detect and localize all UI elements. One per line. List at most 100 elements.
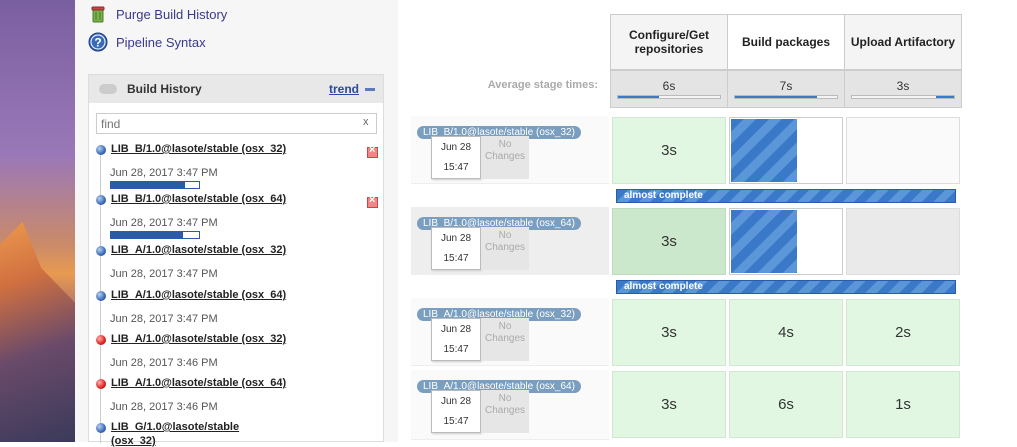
stage-header-label: Upload Artifactory [850, 35, 956, 49]
run-date: Jun 28 [440, 324, 472, 335]
status-red-ball-icon [96, 379, 106, 389]
pipeline-syntax-link[interactable]: ? Pipeline Syntax [88, 32, 206, 52]
trash-icon [91, 6, 105, 23]
build-date: Jun 28, 2017 3:47 PM [110, 167, 218, 179]
run-changes: No Changes [481, 318, 529, 361]
run-changes: No Changes [481, 227, 529, 270]
build-name-link[interactable]: LIB_A/1.0@lasote/stable (osx_32) [111, 244, 286, 256]
purge-build-history-link[interactable]: Purge Build History [88, 4, 227, 24]
run-info: LIB_A/1.0@lasote/stable (osx_32) Jun 28 1… [411, 298, 609, 366]
pipeline-syntax-label: Pipeline Syntax [116, 34, 206, 50]
status-blue-ball-icon [96, 291, 106, 301]
build-date: Jun 28, 2017 3:46 PM [110, 357, 218, 369]
trend-collapse-icon[interactable] [365, 88, 375, 92]
stage-cell-pending [846, 208, 960, 275]
stage-run-row: LIB_A/1.0@lasote/stable (osx_64) Jun 28 1… [410, 370, 962, 442]
build-name-link[interactable]: LIB_A/1.0@lasote/stable (osx_32) [111, 333, 286, 345]
running-stripes [731, 210, 797, 273]
run-date-box: Jun 28 15:47 [431, 318, 481, 361]
run-info: LIB_B/1.0@lasote/stable (osx_64) Jun 28 1… [411, 207, 609, 275]
stage-avg-bar [617, 95, 721, 99]
stage-header-label: Configure/Get repositories [629, 28, 709, 56]
run-time: 15:47 [443, 253, 469, 264]
run-info: LIB_B/1.0@lasote/stable (osx_32) Jun 28 1… [411, 116, 609, 184]
stage-run-row: LIB_B/1.0@lasote/stable (osx_32) Jun 28 1… [410, 116, 962, 186]
stage-cell-success[interactable]: 3s [612, 117, 726, 184]
run-date: Jun 28 [440, 142, 472, 153]
stage-avg-configure: 6s [610, 70, 728, 108]
purge-build-history-label: Purge Build History [116, 6, 228, 22]
run-date: Jun 28 [440, 396, 472, 407]
trend-label: trend [329, 82, 359, 96]
search-clear-icon[interactable]: x [363, 116, 369, 128]
build-progress-fill [111, 182, 185, 188]
stop-build-icon[interactable] [367, 144, 378, 158]
build-history-search-input[interactable] [96, 113, 377, 134]
run-time: 15:47 [443, 162, 469, 173]
stage-cell-success[interactable]: 2s [846, 299, 960, 366]
build-progress-fill [111, 232, 184, 238]
stage-cell-success[interactable]: 6s [729, 371, 843, 438]
stage-cell-running[interactable] [729, 208, 843, 275]
status-blue-ball-icon [96, 145, 106, 155]
stage-avg-upload: 3s [844, 70, 962, 108]
stage-cell-success[interactable]: 1s [846, 371, 960, 438]
build-date: Jun 28, 2017 3:47 PM [110, 313, 218, 325]
stage-cell-success[interactable]: 3s [612, 208, 726, 275]
status-blue-ball-icon [96, 195, 106, 205]
trend-link[interactable]: trend [329, 82, 375, 96]
build-progress-bar[interactable] [110, 181, 200, 189]
build-name-link-continued[interactable]: (osx_32) [111, 435, 156, 447]
build-name-link[interactable]: LIB_B/1.0@lasote/stable (osx_64) [111, 193, 286, 205]
stage-avg-bar [734, 95, 838, 99]
build-date: Jun 28, 2017 3:47 PM [110, 268, 218, 280]
build-date: Jun 28, 2017 3:47 PM [110, 217, 218, 229]
build-name-link[interactable]: LIB_B/1.0@lasote/stable (osx_32) [111, 143, 286, 155]
stage-cell-pending [846, 117, 960, 184]
status-blue-ball-icon [96, 423, 106, 433]
stage-header-upload[interactable]: Upload Artifactory [844, 14, 962, 70]
build-history-header: Build History trend [89, 75, 383, 103]
run-date: Jun 28 [440, 233, 472, 244]
help-icon: ? [88, 32, 108, 52]
build-history-panel: Build History trend x LIB_B/1.0@lasote/s… [88, 74, 384, 447]
build-name-link[interactable]: LIB_G/1.0@lasote/stable [111, 421, 239, 433]
build-name-link[interactable]: LIB_A/1.0@lasote/stable (osx_64) [111, 377, 286, 389]
stage-run-row: LIB_B/1.0@lasote/stable (osx_64) Jun 28 1… [410, 207, 962, 277]
running-stripes [731, 119, 797, 182]
stage-avg-value: 3s [896, 79, 910, 93]
almost-complete-bar: almost complete [616, 280, 956, 294]
stop-build-icon[interactable] [367, 194, 378, 208]
desktop-wallpaper [0, 0, 75, 442]
stage-avg-bar-fill [935, 96, 954, 98]
cloud-icon [99, 84, 117, 94]
run-date-box: Jun 28 15:47 [431, 227, 481, 270]
stage-run-row: LIB_A/1.0@lasote/stable (osx_32) Jun 28 1… [410, 298, 962, 368]
stage-cell-running[interactable] [729, 117, 843, 184]
stage-avg-bar [851, 95, 955, 99]
almost-complete-bar: almost complete [616, 189, 956, 203]
average-stage-times-label: Average stage times: [487, 79, 598, 91]
run-info: LIB_A/1.0@lasote/stable (osx_64) Jun 28 1… [411, 370, 609, 440]
build-progress-bar[interactable] [110, 231, 200, 239]
stage-cell-success[interactable]: 3s [612, 299, 726, 366]
run-changes: No Changes [481, 390, 529, 433]
stage-header-build[interactable]: Build packages [727, 14, 845, 70]
stage-cell-success[interactable]: 4s [729, 299, 843, 366]
run-time: 15:47 [443, 416, 469, 427]
stage-header-label: Build packages [741, 35, 831, 49]
stage-header-configure[interactable]: Configure/Get repositories [610, 14, 728, 70]
stage-avg-build: 7s [727, 70, 845, 108]
run-time: 15:47 [443, 344, 469, 355]
stage-avg-value: 6s [662, 79, 676, 93]
run-date-box: Jun 28 15:47 [431, 136, 481, 179]
svg-text:?: ? [94, 36, 101, 50]
status-red-ball-icon [96, 335, 106, 345]
wallpaper-mountain [0, 221, 75, 442]
build-history-title: Build History [127, 82, 202, 96]
status-blue-ball-icon [96, 246, 106, 256]
stage-cell-success[interactable]: 3s [612, 371, 726, 438]
build-name-link[interactable]: LIB_A/1.0@lasote/stable (osx_64) [111, 289, 286, 301]
stage-avg-bar-fill [735, 96, 817, 98]
stage-avg-bar-fill [618, 96, 659, 98]
